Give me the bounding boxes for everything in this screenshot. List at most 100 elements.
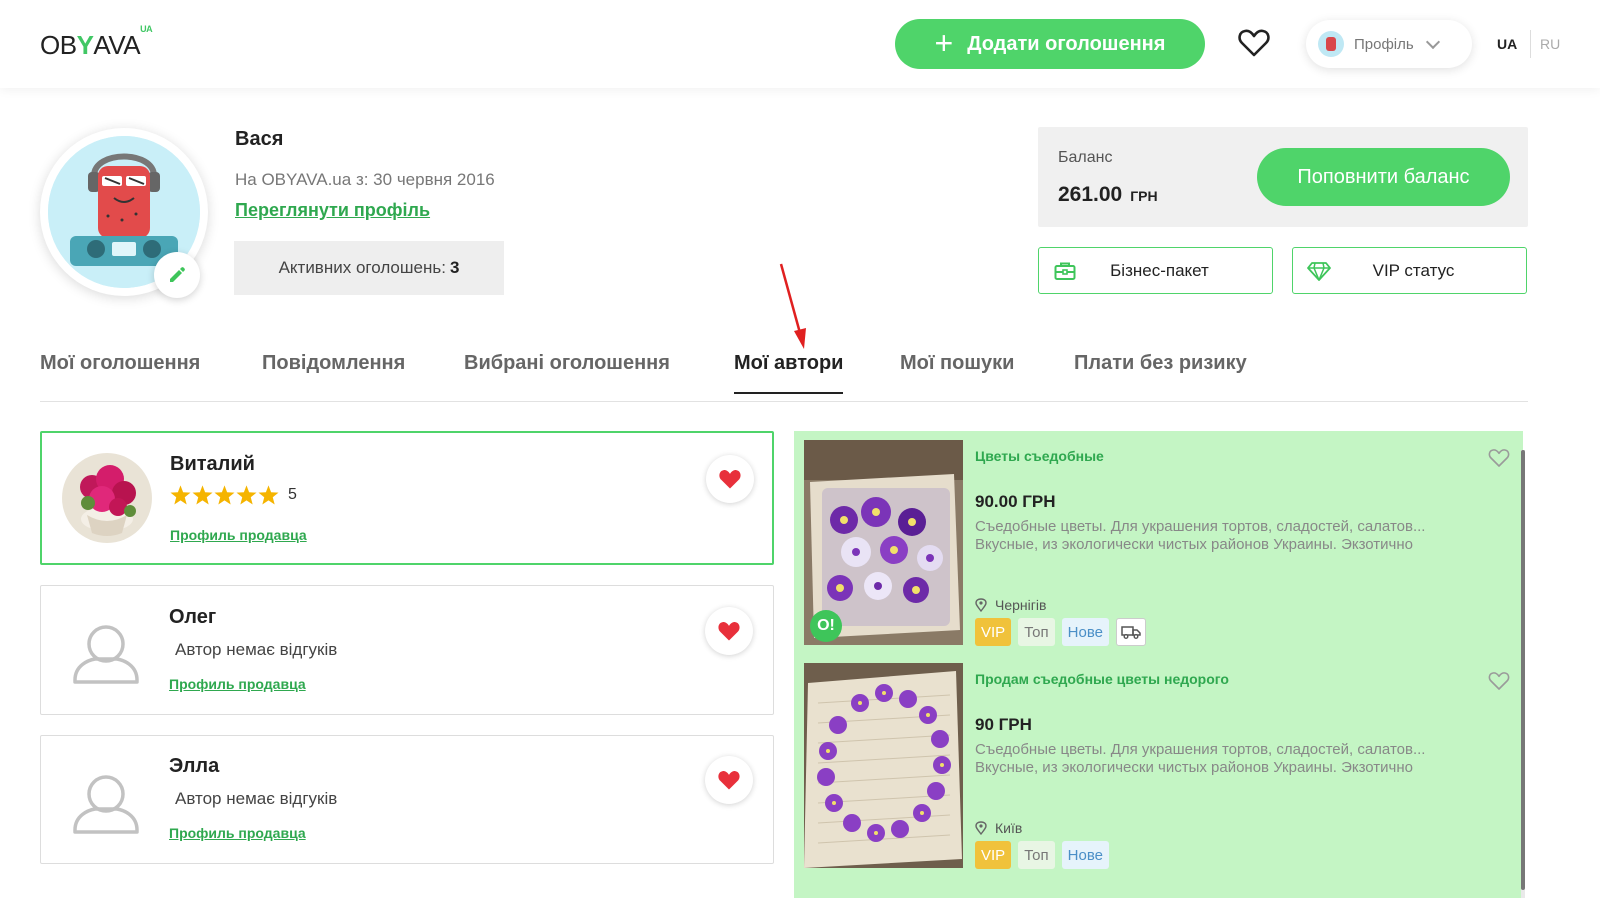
star-icon	[214, 485, 235, 505]
new-tag: Нове	[1061, 618, 1109, 646]
heart-icon	[718, 622, 740, 641]
star-icon	[192, 485, 213, 505]
listing-city: Київ	[995, 820, 1023, 836]
location-pin-icon	[975, 821, 987, 835]
lang-ua[interactable]: UA	[1497, 36, 1517, 52]
balance-currency: ГРН	[1130, 188, 1158, 204]
author-card-vitaly[interactable]: Виталий 5 Профиль продавца	[40, 431, 774, 565]
balance-value: 261.00	[1058, 183, 1123, 206]
star-icon	[236, 485, 257, 505]
plus-icon: +	[934, 24, 954, 61]
listing-description-line: Вкусные, из экологически чистых районов …	[975, 759, 1413, 776]
tab-favorite-listings[interactable]: Вибрані оголошення	[464, 352, 670, 393]
add-listing-button[interactable]: + Додати оголошення	[895, 19, 1205, 69]
listing-price: 90 ГРН	[975, 715, 1032, 734]
vip-tag: VIP	[975, 618, 1012, 646]
top-tag: Топ	[1018, 841, 1055, 869]
listing-location: Чернігів	[975, 597, 1046, 613]
listing-photo[interactable]: O!	[804, 440, 963, 645]
user-name: Вася	[235, 128, 284, 150]
profile-label: Профіль	[1354, 35, 1414, 53]
topup-balance-button[interactable]: Поповнити баланс	[1257, 148, 1510, 206]
vip-status-button[interactable]: VIP статус	[1292, 247, 1527, 294]
o-badge: O!	[810, 610, 842, 642]
balance-value-row: 261.00 ГРН	[1058, 183, 1158, 207]
listing-favorite-heart-icon[interactable]	[1488, 448, 1510, 468]
vip-status-label: VIP статус	[1372, 260, 1455, 280]
listing-card[interactable]: O! Цветы съедобные 90.00 ГРН Съедобные ц…	[804, 440, 1513, 650]
listing-photo[interactable]	[804, 663, 963, 868]
listing-favorite-heart-icon[interactable]	[1488, 671, 1510, 691]
author-name: Элла	[169, 755, 220, 777]
pencil-icon	[170, 267, 185, 282]
active-listings-box: Активних оголошень: 3	[234, 241, 504, 295]
author-listings-panel: O! Цветы съедобные 90.00 ГРН Съедобные ц…	[794, 431, 1523, 898]
member-since: На OBYAVA.ua з: 30 червня 2016	[235, 170, 495, 189]
no-reviews-text: Автор немає відгуків	[175, 640, 338, 659]
listing-title[interactable]: Цветы съедобные	[975, 448, 1104, 464]
heart-icon	[718, 771, 740, 790]
default-user-icon	[63, 760, 153, 850]
add-listing-label: Додати оголошення	[967, 32, 1166, 55]
listing-title[interactable]: Продам съедобные цветы недорого	[975, 671, 1229, 687]
listing-location: Київ	[975, 820, 1022, 836]
author-name: Виталий	[170, 453, 255, 475]
listing-description-line: Съедобные цветы. Для украшения тортов, с…	[975, 741, 1426, 758]
listing-description: Съедобные цветы. Для украшения тортов, с…	[975, 741, 1485, 777]
tab-my-authors[interactable]: Мої автори	[734, 352, 844, 394]
listing-card[interactable]: Продам съедобные цветы недорого 90 ГРН С…	[804, 663, 1513, 873]
tab-messages[interactable]: Повідомлення	[262, 352, 405, 393]
tab-pay-without-risk[interactable]: Плати без ризику	[1074, 352, 1247, 393]
seller-profile-link[interactable]: Профиль продавца	[169, 676, 306, 692]
unfollow-heart-button[interactable]	[706, 455, 754, 503]
logo[interactable]: OBYAVAUA	[40, 24, 153, 61]
location-pin-icon	[975, 598, 987, 612]
author-card-ella[interactable]: Элла Автор немає відгуків Профиль продав…	[40, 735, 774, 864]
business-package-button[interactable]: Бізнес-пакет	[1038, 247, 1273, 294]
author-name: Олег	[169, 606, 217, 628]
star-icon	[258, 485, 279, 505]
listing-description-line: Съедобные цветы. Для украшения тортов, с…	[975, 518, 1426, 535]
seller-profile-link[interactable]: Профиль продавца	[170, 527, 307, 543]
profile-avatar-mini	[1318, 31, 1344, 57]
listing-price: 90.00 ГРН	[975, 492, 1056, 511]
no-reviews-text: Автор немає відгуків	[175, 789, 338, 808]
listing-tags: VIP Топ Нове	[975, 841, 1109, 869]
star-icon	[170, 485, 191, 505]
listing-city: Чернігів	[995, 597, 1047, 613]
profile-dropdown[interactable]: Профіль	[1306, 20, 1472, 68]
balance-box: Баланс 261.00 ГРН Поповнити баланс	[1038, 127, 1528, 227]
unfollow-heart-button[interactable]	[705, 607, 753, 655]
vip-tag: VIP	[975, 841, 1012, 869]
active-listings-count: 3	[449, 258, 460, 277]
author-rating: 5	[170, 485, 297, 505]
new-tag: Нове	[1061, 841, 1109, 869]
business-package-label: Бізнес-пакет	[1110, 260, 1209, 280]
logo-text: OBYAVA	[40, 30, 141, 60]
view-profile-link[interactable]: Переглянути профіль	[235, 200, 430, 221]
top-tag: Топ	[1018, 618, 1055, 646]
header: OBYAVAUA + Додати оголошення Профіль UA …	[0, 0, 1600, 88]
listings-scrollbar-thumb[interactable]	[1521, 450, 1525, 890]
chevron-down-icon	[1425, 34, 1440, 49]
favorites-heart-icon[interactable]	[1238, 28, 1270, 58]
unfollow-heart-button[interactable]	[705, 756, 753, 804]
author-card-oleg[interactable]: Олег Автор немає відгуків Профиль продав…	[40, 585, 774, 715]
briefcase-icon	[1053, 259, 1077, 283]
listing-description-line: Вкусные, из экологически чистых районов …	[975, 536, 1413, 553]
active-listings-label: Активних оголошень:	[278, 258, 446, 277]
delivery-truck-icon	[1115, 618, 1146, 646]
listing-tags: VIP Топ Нове	[975, 618, 1146, 646]
tab-my-listings[interactable]: Мої оголошення	[40, 352, 200, 393]
logo-suffix: UA	[140, 24, 153, 35]
edit-avatar-button[interactable]	[154, 252, 200, 298]
seller-profile-link[interactable]: Профиль продавца	[169, 825, 306, 841]
lang-separator	[1530, 30, 1531, 58]
listing-description: Съедобные цветы. Для украшения тортов, с…	[975, 518, 1485, 554]
balance-label: Баланс	[1058, 149, 1113, 166]
profile-tabs: Мої оголошення Повідомлення Вибрані огол…	[40, 342, 1528, 402]
default-user-icon	[63, 610, 153, 700]
tab-my-searches[interactable]: Мої пошуки	[900, 352, 1014, 393]
heart-icon	[719, 470, 741, 489]
lang-ru[interactable]: RU	[1540, 36, 1560, 52]
